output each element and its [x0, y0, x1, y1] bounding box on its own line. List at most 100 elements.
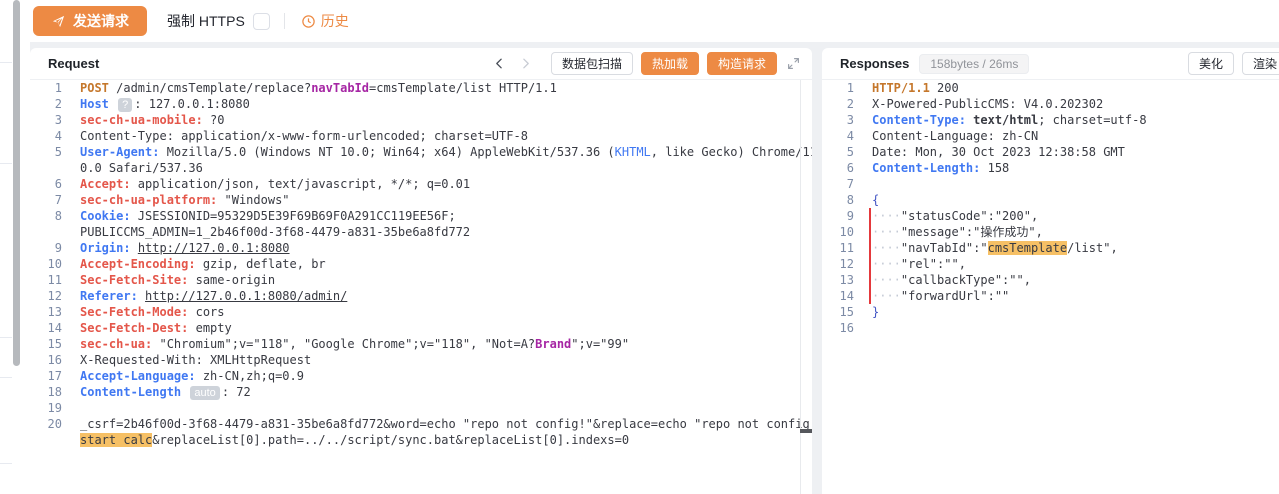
- code-line: 5Date: Mon, 30 Oct 2023 12:38:58 GMT: [822, 144, 1279, 160]
- line-number: [30, 224, 74, 240]
- response-panel-header: Responses 158bytes / 26ms 美化 渲染: [822, 48, 1279, 80]
- code-line: 8{: [822, 192, 1279, 208]
- force-https-label: 强制 HTTPS: [167, 11, 245, 31]
- line-number: 12: [822, 256, 866, 272]
- line-number: 6: [822, 160, 866, 176]
- code-line: 20_csrf=2b46f00d-3f68-4479-a831-35be6a8f…: [30, 416, 812, 432]
- line-number: 8: [30, 208, 74, 224]
- line-number: 10: [30, 256, 74, 272]
- code-line: 4Content-Language: zh-CN: [822, 128, 1279, 144]
- line-number: 19: [30, 400, 74, 416]
- line-number: 16: [822, 320, 866, 336]
- rail-divider: [0, 337, 12, 338]
- code-line: 2X-Powered-PublicCMS: V4.0.202302: [822, 96, 1279, 112]
- code-line: 15sec-ch-ua: "Chromium";v="118", "Google…: [30, 336, 812, 352]
- send-icon: [51, 14, 66, 29]
- line-number: 7: [822, 176, 866, 192]
- packet-scan-button[interactable]: 数据包扫描: [551, 52, 633, 75]
- response-panel-title: Responses: [840, 56, 909, 71]
- code-line: 14····"forwardUrl":"": [822, 288, 1279, 304]
- code-line: 4Content-Type: application/x-www-form-ur…: [30, 128, 812, 144]
- code-line: 2Host ?: 127.0.0.1:8080: [30, 96, 812, 112]
- request-panel: Request 数据包扫描 热加载 构造请求 1POST /admin/cmsT…: [30, 48, 812, 494]
- line-number: 14: [822, 288, 866, 304]
- response-editor[interactable]: 1HTTP/1.1 2002X-Powered-PublicCMS: V4.0.…: [822, 80, 1279, 494]
- line-number: 10: [822, 224, 866, 240]
- line-number: [30, 160, 74, 176]
- line-number: [30, 432, 74, 448]
- code-line: 12Referer: http://127.0.0.1:8080/admin/: [30, 288, 812, 304]
- inline-widget-badge[interactable]: auto: [190, 386, 219, 400]
- response-panel: Responses 158bytes / 26ms 美化 渲染 1HTTP/1.…: [822, 48, 1279, 494]
- beautify-button[interactable]: 美化: [1188, 52, 1234, 75]
- inline-widget-badge[interactable]: ?: [118, 98, 132, 112]
- code-line: 13····"callbackType":"",: [822, 272, 1279, 288]
- line-number: 7: [30, 192, 74, 208]
- toolbar: 发送请求 强制 HTTPS 历史: [0, 0, 1279, 42]
- line-number: 11: [30, 272, 74, 288]
- code-line: 1HTTP/1.1 200: [822, 80, 1279, 96]
- json-change-indicator-bar: [869, 208, 871, 304]
- code-line: 10Accept-Encoding: gzip, deflate, br: [30, 256, 812, 272]
- line-number: 2: [30, 96, 74, 112]
- code-line: 9Origin: http://127.0.0.1:8080: [30, 240, 812, 256]
- history-next-button[interactable]: [517, 55, 535, 73]
- code-line: 19: [30, 400, 812, 416]
- code-line: 16X-Requested-With: XMLHttpRequest: [30, 352, 812, 368]
- history-label: 历史: [321, 11, 349, 31]
- code-line: 11Sec-Fetch-Site: same-origin: [30, 272, 812, 288]
- force-https-checkbox[interactable]: [253, 13, 270, 30]
- line-number: 1: [822, 80, 866, 96]
- build-request-button[interactable]: 构造请求: [707, 52, 777, 75]
- line-number: 1: [30, 80, 74, 96]
- render-button[interactable]: 渲染: [1242, 52, 1279, 75]
- code-line: PUBLICCMS_ADMIN=1_2b46f00d-3f68-4479-a83…: [30, 224, 812, 240]
- hot-reload-button[interactable]: 热加载: [641, 52, 699, 75]
- code-line: 5User-Agent: Mozilla/5.0 (Windows NT 10.…: [30, 144, 812, 160]
- code-line: 8Cookie: JSESSIONID=95329D5E39F69B69F0A2…: [30, 208, 812, 224]
- sidebar-scrollbar-thumb[interactable]: [13, 0, 20, 366]
- line-number: 15: [30, 336, 74, 352]
- toolbar-divider: [284, 13, 285, 29]
- line-number: 20: [30, 416, 74, 432]
- line-number: 13: [30, 304, 74, 320]
- history-button[interactable]: 历史: [301, 11, 349, 31]
- send-request-button[interactable]: 发送请求: [33, 6, 147, 36]
- line-number: 6: [30, 176, 74, 192]
- code-line: 7sec-ch-ua-platform: "Windows": [30, 192, 812, 208]
- code-line: 13Sec-Fetch-Mode: cors: [30, 304, 812, 320]
- line-number: 9: [30, 240, 74, 256]
- code-line: start calc&replaceList[0].path=../../scr…: [30, 432, 812, 448]
- rail-divider: [0, 62, 12, 63]
- code-line: 17Accept-Language: zh-CN,zh;q=0.9: [30, 368, 812, 384]
- history-prev-button[interactable]: [491, 55, 509, 73]
- request-panel-header: Request 数据包扫描 热加载 构造请求: [30, 48, 812, 80]
- line-number: 5: [822, 144, 866, 160]
- line-number: 4: [822, 128, 866, 144]
- code-line: 12····"rel":"",: [822, 256, 1279, 272]
- code-line: 0.0 Safari/537.36: [30, 160, 812, 176]
- request-scrollbar-thumb[interactable]: [800, 429, 812, 433]
- fullscreen-icon[interactable]: [787, 57, 800, 70]
- code-line: 6Content-Length: 158: [822, 160, 1279, 176]
- request-editor[interactable]: 1POST /admin/cmsTemplate/replace?navTabI…: [30, 80, 812, 494]
- line-number: 9: [822, 208, 866, 224]
- line-number: 8: [822, 192, 866, 208]
- code-line: 11····"navTabId":"cmsTemplate/list",: [822, 240, 1279, 256]
- line-number: 11: [822, 240, 866, 256]
- rail-divider: [0, 163, 12, 164]
- line-number: 4: [30, 128, 74, 144]
- line-number: 15: [822, 304, 866, 320]
- line-number: 16: [30, 352, 74, 368]
- code-line: 10····"message":"操作成功",: [822, 224, 1279, 240]
- code-line: 6Accept: application/json, text/javascri…: [30, 176, 812, 192]
- clock-icon: [301, 14, 316, 29]
- code-line: 3sec-ch-ua-mobile: ?0: [30, 112, 812, 128]
- app-window: 发送请求 强制 HTTPS 历史 Request 数据包扫描 热加载 构: [0, 0, 1279, 494]
- line-number: 14: [30, 320, 74, 336]
- line-number: 12: [30, 288, 74, 304]
- code-line: 16: [822, 320, 1279, 336]
- line-number: 13: [822, 272, 866, 288]
- line-number: 18: [30, 384, 74, 400]
- line-number: 3: [822, 112, 866, 128]
